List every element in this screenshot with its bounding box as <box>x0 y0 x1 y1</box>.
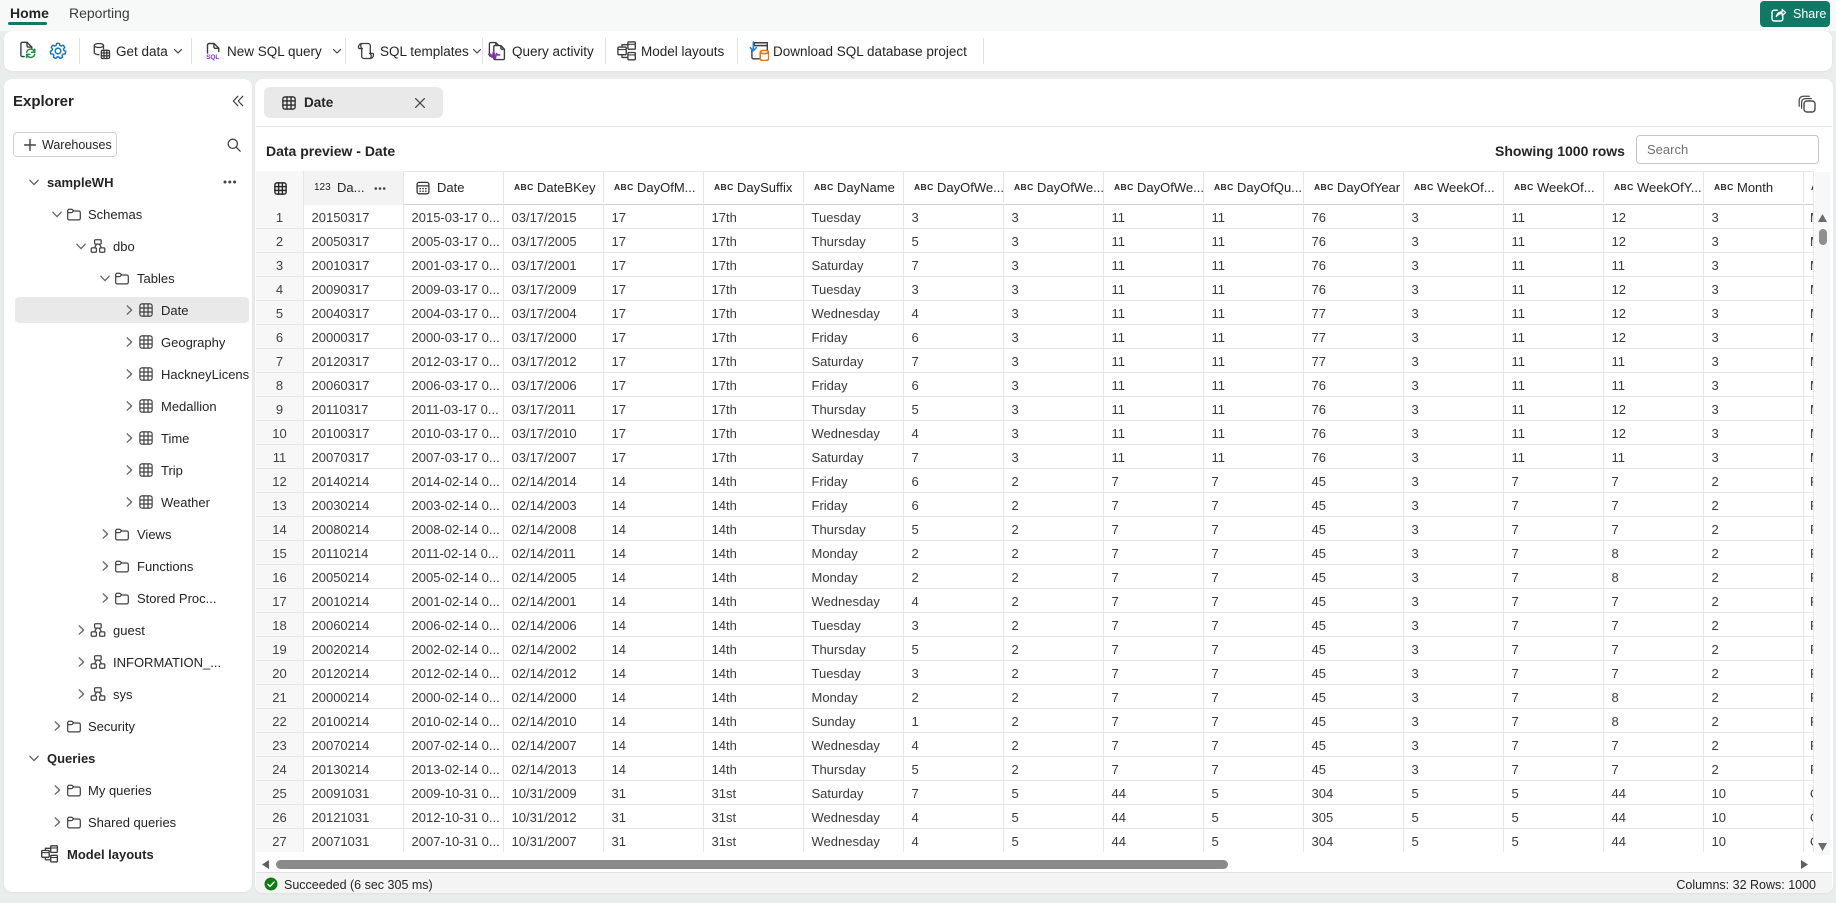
svg-text:SQL: SQL <box>206 54 219 61</box>
